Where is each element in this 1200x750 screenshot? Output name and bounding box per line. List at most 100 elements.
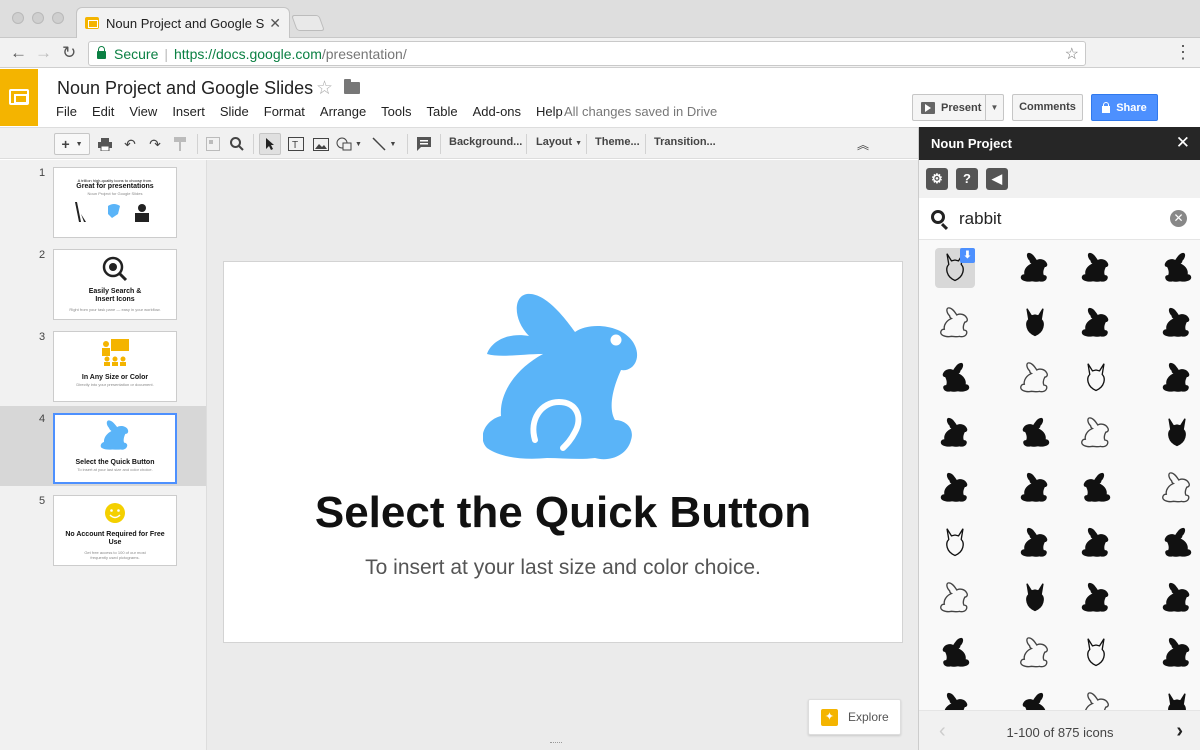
current-slide[interactable]: Select the Quick Button To insert at you…	[223, 261, 903, 643]
slide-thumbnail-row[interactable]: 3 In Any Size or Color Directly into you…	[0, 324, 206, 404]
speaker-notes-drag-handle[interactable]	[550, 742, 562, 745]
rabbit-result-icon[interactable]	[1015, 688, 1055, 710]
rabbit-result-icon[interactable]	[935, 358, 975, 398]
rabbit-result-icon[interactable]	[1015, 248, 1055, 288]
menu-view[interactable]: View	[129, 104, 157, 119]
document-title[interactable]: Noun Project and Google Slides	[57, 78, 313, 99]
back-arrow-icon[interactable]: ←	[10, 43, 27, 63]
menu-edit[interactable]: Edit	[92, 104, 114, 119]
rabbit-result-icon[interactable]	[1076, 688, 1116, 710]
rabbit-result-icon[interactable]	[1157, 523, 1197, 563]
background-button[interactable]: Background...	[449, 136, 522, 148]
zoom-window-button[interactable]	[52, 12, 64, 24]
menu-slide[interactable]: Slide	[220, 104, 249, 119]
clear-search-icon[interactable]: ✕	[1170, 210, 1187, 227]
transition-button[interactable]: Transition...	[654, 136, 716, 148]
slide-thumbnail[interactable]: Easily Search & Insert Icons Right from …	[53, 249, 177, 320]
menu-addons[interactable]: Add-ons	[473, 104, 521, 119]
slide-thumbnail-row[interactable]: 4 Select the Quick Button To insert at y…	[0, 406, 206, 486]
line-icon[interactable]: ▼	[369, 133, 399, 155]
menu-arrange[interactable]: Arrange	[320, 104, 366, 119]
rabbit-result-icon[interactable]	[935, 523, 975, 563]
rabbit-result-icon[interactable]	[1157, 413, 1197, 453]
comment-icon[interactable]	[414, 133, 434, 155]
comments-button[interactable]: Comments	[1012, 94, 1083, 121]
present-dropdown-icon[interactable]: ▼	[985, 95, 1003, 120]
rabbit-result-icon[interactable]	[1076, 248, 1116, 288]
minimize-window-button[interactable]	[32, 12, 44, 24]
rabbit-result-icon[interactable]	[1157, 248, 1197, 288]
select-mode-icon[interactable]	[204, 133, 222, 155]
rabbit-result-icon[interactable]	[1015, 303, 1055, 343]
share-button[interactable]: Share	[1091, 94, 1158, 121]
redo-icon[interactable]: ↷	[146, 133, 164, 155]
slide-thumbnail[interactable]: No Account Required for Free Use Get fre…	[53, 495, 177, 566]
rabbit-result-icon[interactable]	[1076, 413, 1116, 453]
rabbit-result-icon[interactable]	[1157, 468, 1197, 508]
undo-icon[interactable]: ↶	[121, 133, 139, 155]
rabbit-result-icon[interactable]	[1015, 413, 1055, 453]
settings-gear-icon[interactable]: ⚙	[926, 168, 948, 190]
rabbit-result-icon[interactable]	[935, 688, 975, 710]
rabbit-result-icon[interactable]	[1076, 578, 1116, 618]
rabbit-result-icon[interactable]	[1157, 688, 1197, 710]
menu-format[interactable]: Format	[264, 104, 305, 119]
star-icon[interactable]: ☆	[316, 77, 333, 100]
icon-search-input[interactable]: rabbit ✕	[919, 198, 1200, 240]
menu-tools[interactable]: Tools	[381, 104, 411, 119]
slide-subtitle[interactable]: To insert at your last size and color ch…	[224, 556, 902, 580]
rabbit-icon[interactable]	[483, 292, 643, 472]
rabbit-result-icon[interactable]	[935, 633, 975, 673]
rabbit-result-icon[interactable]	[1015, 468, 1055, 508]
select-cursor-icon[interactable]	[259, 133, 281, 155]
url-input[interactable]: Secure | https://docs.google.com/present…	[88, 41, 1086, 66]
forward-arrow-icon[interactable]: →	[35, 43, 52, 63]
slide-thumbnail[interactable]: A trillion high-quality icons to choose …	[53, 167, 177, 238]
shape-icon[interactable]: ▼	[334, 133, 364, 155]
rabbit-result-icon[interactable]	[1076, 633, 1116, 673]
slide-thumbnail[interactable]: In Any Size or Color Directly into your …	[53, 331, 177, 402]
browser-tab[interactable]: Noun Project and Google Slide ✕	[76, 7, 290, 38]
print-icon[interactable]	[96, 133, 114, 155]
rabbit-result-icon[interactable]	[1157, 358, 1197, 398]
rabbit-result-icon[interactable]	[1157, 303, 1197, 343]
image-icon[interactable]	[311, 133, 331, 155]
rabbit-result-icon[interactable]	[935, 468, 975, 508]
rabbit-result-icon[interactable]	[935, 413, 975, 453]
layout-button[interactable]: Layout ▼	[536, 136, 582, 148]
menu-table[interactable]: Table	[427, 104, 458, 119]
text-box-icon[interactable]: T	[286, 133, 306, 155]
slide-thumbnail-row[interactable]: 5 No Account Required for Free Use Get f…	[0, 488, 206, 568]
collapse-toolbar-icon[interactable]: ︽	[853, 133, 873, 155]
menu-help[interactable]: Help	[536, 104, 563, 119]
slide-thumbnail-row[interactable]: 1 A trillion high-quality icons to choos…	[0, 160, 206, 240]
close-icon[interactable]: ✕	[1176, 133, 1190, 153]
new-slide-button[interactable]: + ▼	[54, 133, 90, 155]
new-tab-button[interactable]	[291, 15, 325, 31]
rabbit-result-icon[interactable]	[1076, 358, 1116, 398]
rabbit-result-icon[interactable]	[1157, 578, 1197, 618]
paint-format-icon[interactable]	[171, 133, 189, 155]
reload-icon[interactable]: ↻	[62, 43, 76, 63]
rabbit-result-icon[interactable]	[935, 578, 975, 618]
rabbit-result-icon[interactable]	[1076, 523, 1116, 563]
slides-home-button[interactable]	[0, 69, 38, 126]
rabbit-result-icon[interactable]	[1015, 358, 1055, 398]
rabbit-result-icon[interactable]	[1015, 633, 1055, 673]
rabbit-result-icon[interactable]	[1076, 468, 1116, 508]
menu-file[interactable]: File	[56, 104, 77, 119]
close-window-button[interactable]	[12, 12, 24, 24]
theme-button[interactable]: Theme...	[595, 136, 640, 148]
announcement-megaphone-icon[interactable]: ◀	[986, 168, 1008, 190]
zoom-icon[interactable]	[228, 133, 246, 155]
slide-thumbnail-row[interactable]: 2 Easily Search & Insert Icons Right fro…	[0, 242, 206, 322]
slide-thumbnail[interactable]: Select the Quick Button To insert at you…	[53, 413, 177, 484]
folder-icon[interactable]	[344, 79, 360, 94]
rabbit-result-icon[interactable]	[935, 303, 975, 343]
present-button[interactable]: Present ▼	[912, 94, 1004, 121]
rabbit-result-icon[interactable]	[1076, 303, 1116, 343]
quick-insert-icon[interactable]: ⬇	[960, 248, 975, 263]
tab-close-icon[interactable]: ✕	[269, 15, 281, 32]
next-page-icon[interactable]: ›	[1176, 720, 1183, 743]
rabbit-result-icon[interactable]	[1157, 633, 1197, 673]
